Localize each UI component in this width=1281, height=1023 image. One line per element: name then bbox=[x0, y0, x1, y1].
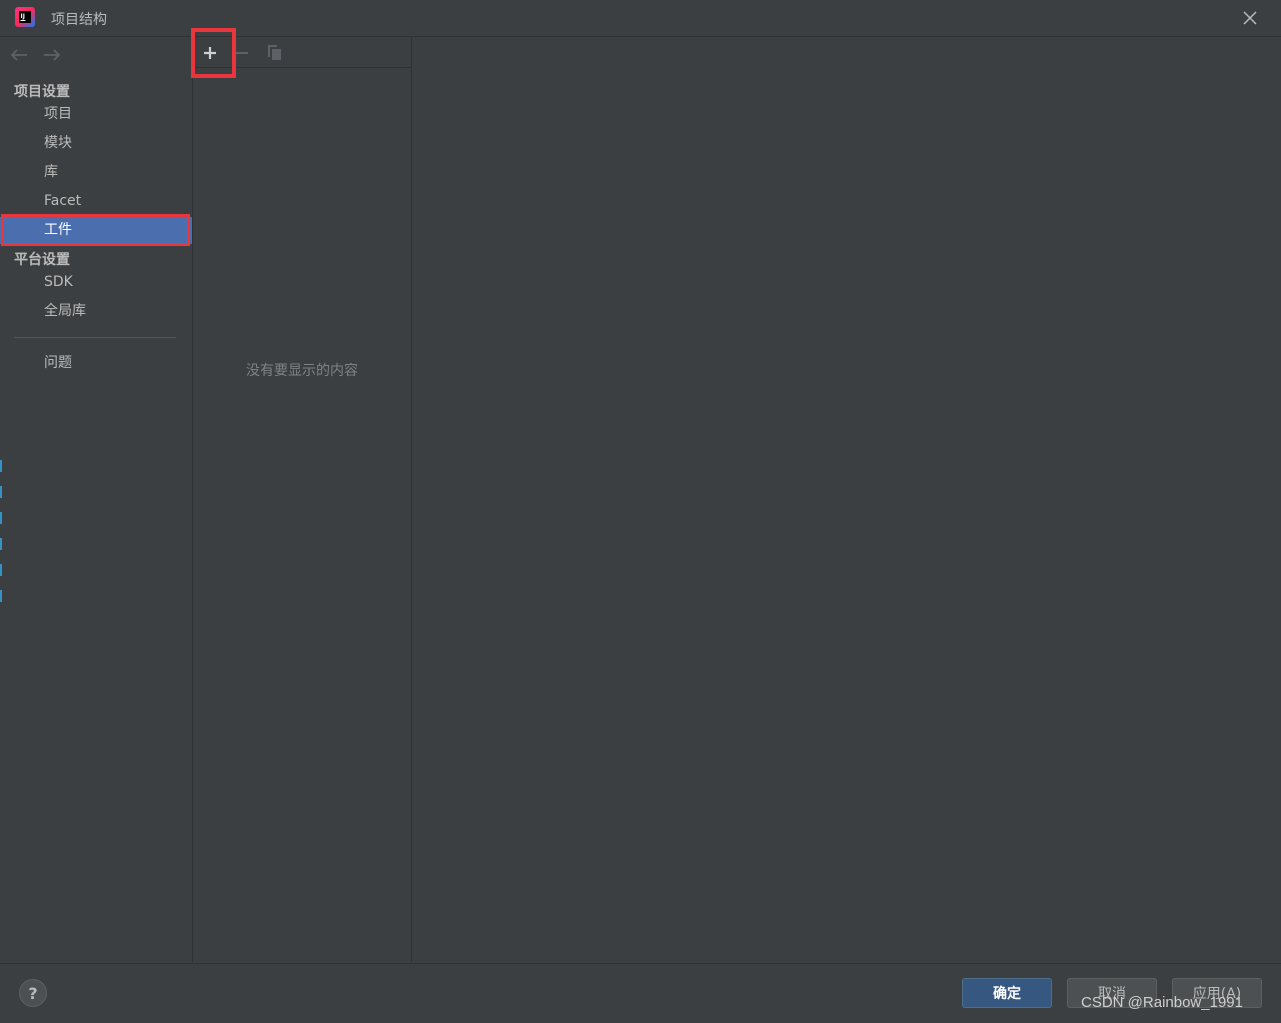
forward-button[interactable] bbox=[41, 45, 63, 65]
artifacts-list-panel: 没有要显示的内容 bbox=[191, 28, 412, 962]
ok-button[interactable]: 确定 bbox=[962, 978, 1052, 1008]
back-button[interactable] bbox=[8, 45, 30, 65]
minus-icon bbox=[236, 52, 248, 54]
section-header-project-settings: 项目设置 bbox=[14, 84, 70, 100]
sidebar-item-label: 项目 bbox=[44, 106, 72, 122]
window-title: 项目结构 bbox=[51, 12, 107, 28]
dialog-footer: ? 确定 取消 应用(A) CSDN @Rainbow_1991 bbox=[0, 963, 1281, 1023]
plus-icon bbox=[204, 47, 216, 59]
sidebar-item-global-libraries[interactable]: 全局库 bbox=[0, 298, 192, 325]
intellij-idea-icon: IJ bbox=[15, 7, 35, 27]
sidebar-item-label: 库 bbox=[44, 164, 58, 180]
remove-button[interactable] bbox=[230, 41, 254, 65]
svg-text:IJ: IJ bbox=[21, 13, 25, 20]
sidebar-item-label: 工件 bbox=[44, 222, 72, 238]
help-button[interactable]: ? bbox=[19, 979, 47, 1007]
title-bar: IJ 项目结构 bbox=[0, 0, 1281, 37]
add-button[interactable] bbox=[191, 28, 236, 78]
sidebar-item-label: 模块 bbox=[44, 135, 72, 151]
empty-list-message: 没有要显示的内容 bbox=[246, 363, 358, 379]
sidebar-item-label: 问题 bbox=[44, 355, 72, 371]
sidebar-item-facets[interactable]: Facet bbox=[0, 188, 192, 215]
copy-button[interactable] bbox=[263, 41, 287, 65]
arrow-left-icon bbox=[10, 49, 27, 61]
arrow-right-icon bbox=[44, 49, 61, 61]
sidebar-item-project[interactable]: 项目 bbox=[0, 101, 192, 128]
left-edge-markers bbox=[0, 400, 2, 620]
settings-sidebar: 项目设置 项目 模块 库 Facet 工件 平台设置 SDK 全局库 问题 bbox=[0, 37, 193, 962]
sidebar-divider bbox=[14, 337, 176, 338]
section-header-platform-settings: 平台设置 bbox=[14, 252, 70, 268]
close-icon bbox=[1243, 11, 1257, 25]
sidebar-item-problems[interactable]: 问题 bbox=[0, 350, 192, 377]
sidebar-item-modules[interactable]: 模块 bbox=[0, 130, 192, 157]
sidebar-item-label: SDK bbox=[44, 274, 73, 290]
sidebar-item-libraries[interactable]: 库 bbox=[0, 159, 192, 186]
watermark-text: CSDN @Rainbow_1991 bbox=[1081, 994, 1243, 1011]
details-panel bbox=[412, 37, 1281, 962]
sidebar-item-label: Facet bbox=[44, 193, 82, 209]
close-button[interactable] bbox=[1238, 6, 1262, 30]
sidebar-item-artifacts[interactable]: 工件 bbox=[0, 217, 192, 244]
sidebar-item-sdk[interactable]: SDK bbox=[0, 269, 192, 296]
sidebar-item-label: 全局库 bbox=[44, 303, 86, 319]
list-toolbar bbox=[191, 28, 411, 78]
copy-icon bbox=[268, 45, 281, 60]
